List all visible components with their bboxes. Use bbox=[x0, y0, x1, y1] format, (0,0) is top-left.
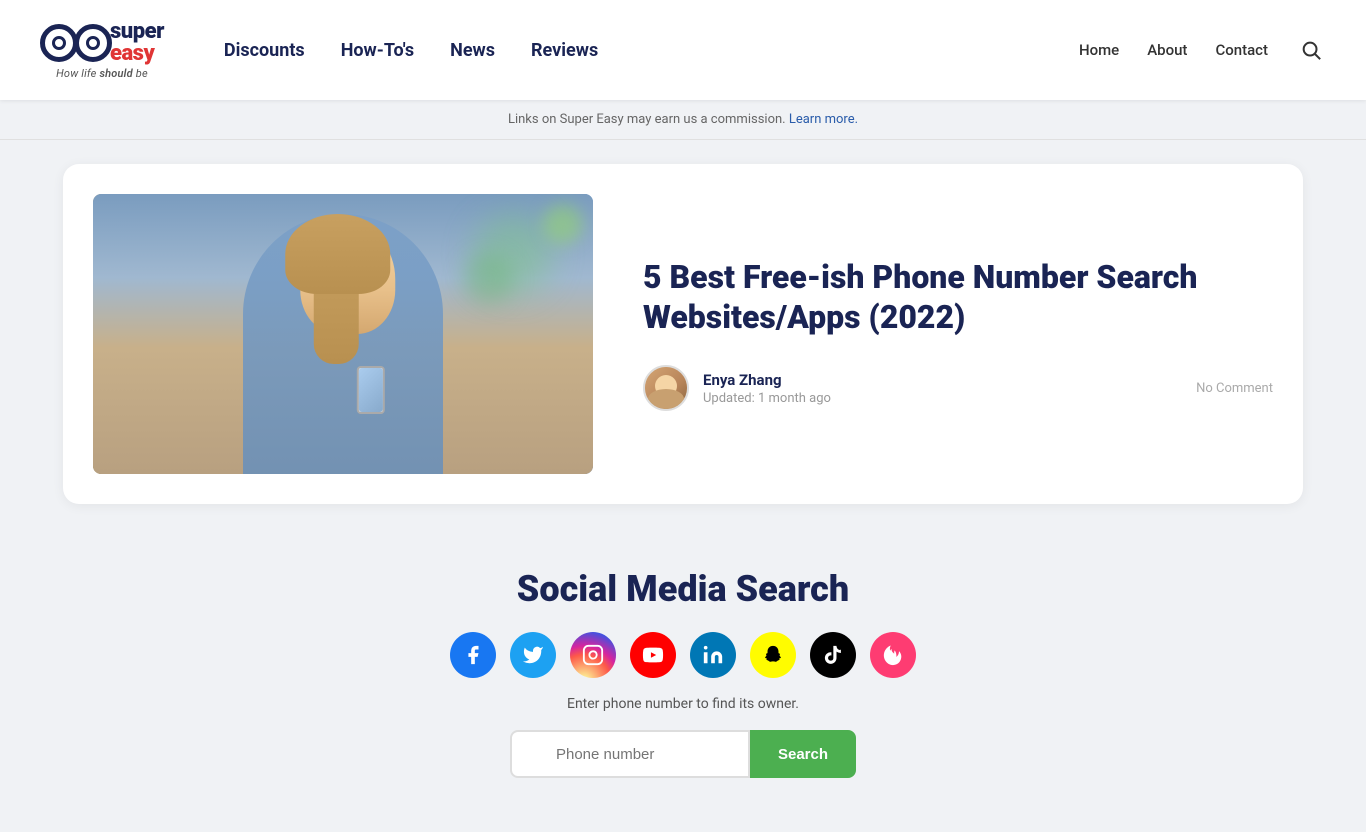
tinder-icon-button[interactable] bbox=[870, 632, 916, 678]
search-input-row: 📞 Search bbox=[450, 730, 916, 778]
input-wrapper: 📞 bbox=[510, 730, 750, 778]
nav-howtos[interactable]: How-To's bbox=[341, 40, 414, 61]
facebook-icon-button[interactable] bbox=[450, 632, 496, 678]
nav-contact[interactable]: Contact bbox=[1215, 41, 1268, 59]
search-submit-button[interactable]: Search bbox=[750, 730, 856, 778]
logo-circle-outer bbox=[40, 24, 78, 62]
author-updated: Updated: 1 month ago bbox=[703, 391, 1182, 406]
author-info: Enya Zhang Updated: 1 month ago bbox=[703, 371, 1182, 406]
facebook-icon bbox=[462, 644, 484, 666]
nav-news[interactable]: News bbox=[450, 40, 495, 61]
tinder-icon bbox=[882, 644, 904, 666]
article-meta: 5 Best Free-ish Phone Number Search Webs… bbox=[643, 257, 1273, 411]
snapchat-icon-button[interactable] bbox=[750, 632, 796, 678]
commission-bar: Links on Super Easy may earn us a commis… bbox=[0, 100, 1366, 140]
logo-easy-text: easy bbox=[110, 43, 164, 65]
social-icons-row bbox=[450, 632, 916, 678]
article-image bbox=[93, 194, 593, 474]
instagram-icon bbox=[582, 644, 604, 666]
youtube-icon bbox=[642, 644, 664, 666]
nav-reviews[interactable]: Reviews bbox=[531, 40, 598, 61]
article-title: 5 Best Free-ish Phone Number Search Webs… bbox=[643, 257, 1273, 337]
twitter-icon-button[interactable] bbox=[510, 632, 556, 678]
youtube-icon-button[interactable] bbox=[630, 632, 676, 678]
linkedin-icon-button[interactable] bbox=[690, 632, 736, 678]
logo-circle-inner-2 bbox=[86, 36, 100, 50]
twitter-icon bbox=[522, 644, 544, 666]
no-comment: No Comment bbox=[1196, 381, 1273, 396]
logo-text-block: super easy bbox=[110, 21, 164, 65]
logo-circle-outer-2 bbox=[74, 24, 112, 62]
right-nav: Home About Contact bbox=[1079, 35, 1326, 65]
logo-tagline: How life should be bbox=[56, 67, 148, 80]
social-search-title: Social Media Search bbox=[450, 568, 916, 610]
main-nav: Discounts How-To's News Reviews bbox=[224, 40, 1079, 61]
linkedin-icon bbox=[702, 644, 724, 666]
author-avatar bbox=[643, 365, 689, 411]
author-name: Enya Zhang bbox=[703, 371, 1182, 389]
site-header: super easy How life should be Discounts … bbox=[0, 0, 1366, 100]
learn-more-link[interactable]: Learn more. bbox=[789, 112, 858, 127]
logo-circle-inner bbox=[52, 36, 66, 50]
logo-icon: super easy bbox=[40, 21, 164, 65]
logo-link[interactable]: super easy How life should be bbox=[40, 21, 164, 80]
social-helper-text: Enter phone number to find its owner. bbox=[450, 696, 916, 712]
instagram-icon-button[interactable] bbox=[570, 632, 616, 678]
search-icon bbox=[1300, 39, 1322, 61]
search-button[interactable] bbox=[1296, 35, 1326, 65]
snapchat-icon bbox=[762, 644, 784, 666]
tiktok-icon-button[interactable] bbox=[810, 632, 856, 678]
nav-about[interactable]: About bbox=[1147, 41, 1187, 59]
logo-circles bbox=[40, 24, 104, 62]
content-area: 5 Best Free-ish Phone Number Search Webs… bbox=[33, 164, 1333, 808]
nav-home[interactable]: Home bbox=[1079, 41, 1119, 59]
article-card: 5 Best Free-ish Phone Number Search Webs… bbox=[63, 164, 1303, 504]
logo-super-text: super bbox=[110, 21, 164, 43]
phone-number-input[interactable] bbox=[510, 730, 750, 778]
tiktok-icon bbox=[822, 644, 844, 666]
author-row: Enya Zhang Updated: 1 month ago No Comme… bbox=[643, 365, 1273, 411]
nav-discounts[interactable]: Discounts bbox=[224, 40, 305, 61]
social-media-search-card: Social Media Search bbox=[420, 528, 946, 808]
